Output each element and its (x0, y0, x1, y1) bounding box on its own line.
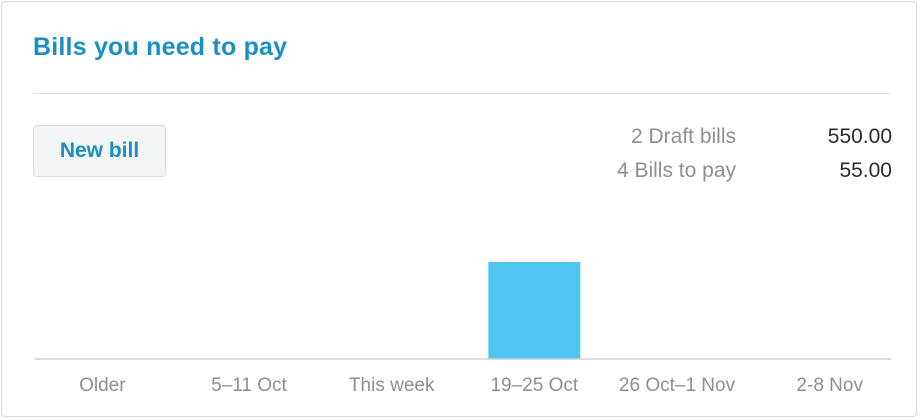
x-tick-label: Older (79, 375, 126, 396)
bar-3[interactable] (488, 262, 581, 359)
x-tick-label: 2-8 Nov (796, 375, 863, 396)
x-tick-label: 5–11 Oct (211, 375, 287, 396)
x-tick-label: 19–25 Oct (490, 375, 578, 396)
x-tick-label: This week (349, 375, 435, 396)
x-tick-label: 26 Oct–1 Nov (619, 375, 736, 396)
bills-due-chart: Older 5–11 Oct This week 19–25 Oct 26 Oct–1 … (35, 262, 891, 396)
bills-card: Bills you need to pay New bill 2 Draft b… (1, 1, 917, 417)
